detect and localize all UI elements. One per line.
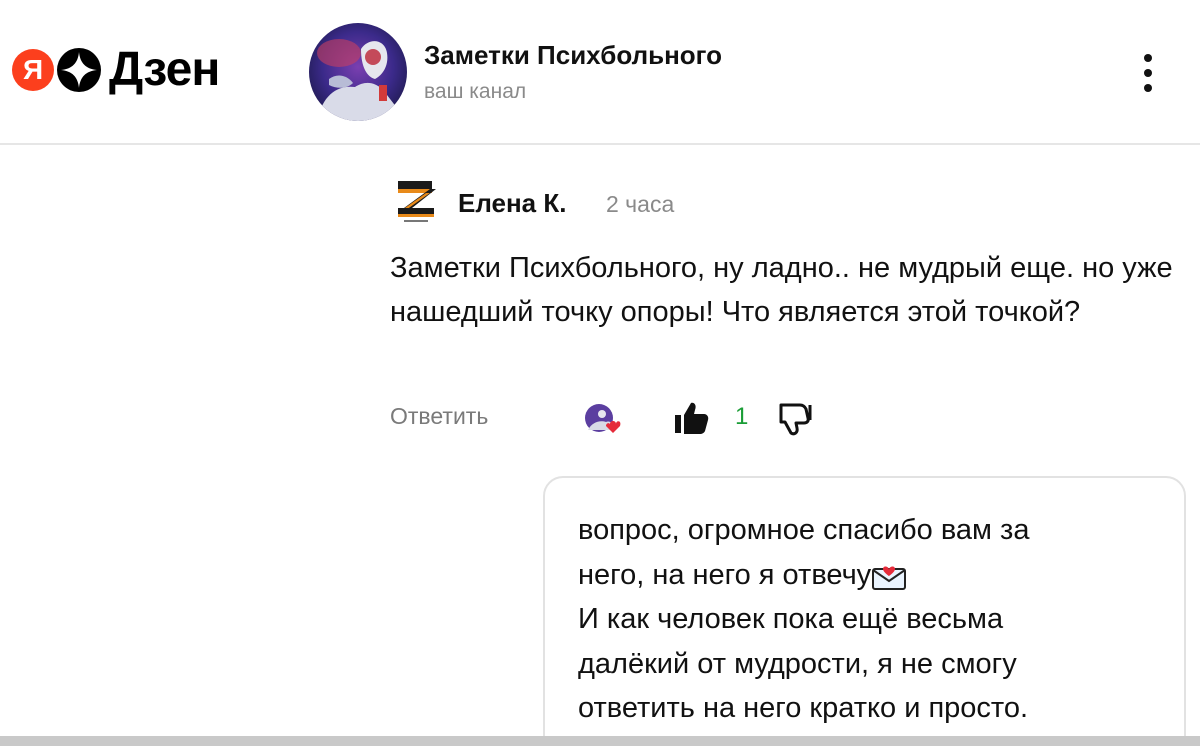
love-letter-icon: [872, 565, 907, 590]
reply-line: И как человек пока ещё весьма: [578, 603, 1004, 635]
comment-author[interactable]: Елена К.: [458, 188, 566, 219]
yandex-logo-icon: Я: [12, 49, 54, 91]
reply-line: него, на него я отвечу: [578, 553, 1184, 598]
like-count: 1: [735, 403, 749, 430]
author-avatar[interactable]: [390, 176, 442, 228]
bottom-scrollbar[interactable]: [0, 736, 1200, 746]
dzen-logo-text: Дзен: [109, 43, 220, 96]
comment-text: Заметки Психбольного, ну ладно.. не мудр…: [390, 252, 1173, 328]
reply-line: далёкий от мудрости, я не смогу: [578, 647, 1017, 680]
author-liked-avatar: [585, 404, 621, 433]
reply-line: вопрос, огромное спасибо вам за: [578, 514, 1030, 546]
reply-card: вопрос, огромное спасибо вам за него, на…: [543, 476, 1186, 746]
channel-title[interactable]: Заметки Психбольного: [424, 40, 722, 71]
dzen-logo[interactable]: Я Дзен: [12, 43, 220, 96]
channel-subtitle: ваш канал: [424, 80, 527, 103]
thumbs-up-icon[interactable]: [672, 400, 710, 436]
more-vertical-icon[interactable]: [1130, 50, 1166, 96]
channel-avatar[interactable]: [309, 23, 407, 121]
thumbs-down-icon[interactable]: [776, 400, 814, 438]
dzen-star-icon: [57, 48, 101, 92]
top-header: Я Дзен Заметки Психбольного ваш канал: [0, 0, 1200, 145]
comment-time: 2 часа: [606, 191, 675, 217]
reply-line-text: него, на него я отвечу: [578, 558, 872, 591]
reply-line: ответить на него кратко и просто.: [578, 692, 1029, 724]
reply-button[interactable]: Ответить: [390, 403, 488, 430]
